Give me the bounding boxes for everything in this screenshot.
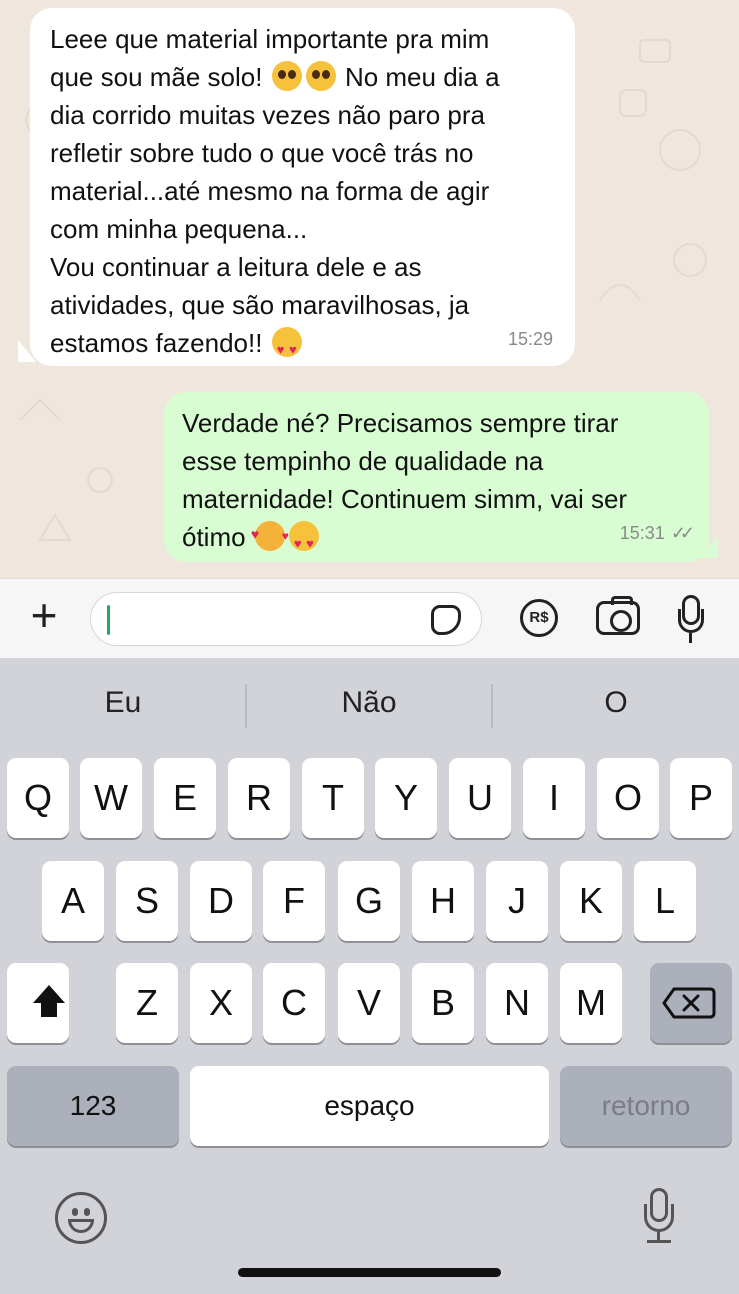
- message-time: 15:31: [619, 523, 665, 543]
- key-e[interactable]: E: [154, 758, 216, 838]
- key-w[interactable]: W: [80, 758, 142, 838]
- microphone-icon[interactable]: [678, 595, 704, 645]
- shift-arrow-stem: [41, 1003, 57, 1017]
- space-key[interactable]: espaço: [190, 1066, 549, 1146]
- message-input-bar: + R$: [0, 578, 739, 658]
- chat-area: Leee que material importante pra mim que…: [0, 0, 739, 578]
- outgoing-message-text: Verdade né? Precisamos sempre tirar esse…: [182, 408, 628, 552]
- shift-arrow-icon: [33, 985, 65, 1003]
- suggestion-3[interactable]: O: [493, 686, 739, 720]
- double-check-icon: ✓✓: [670, 523, 695, 543]
- key-b[interactable]: B: [412, 963, 474, 1043]
- sticker-icon[interactable]: [431, 605, 461, 635]
- attach-plus-button[interactable]: +: [22, 592, 66, 639]
- shift-key[interactable]: [7, 963, 69, 1043]
- key-s[interactable]: S: [116, 861, 178, 941]
- suggestion-bar: Eu Não O: [0, 658, 739, 752]
- payment-button[interactable]: R$: [520, 599, 558, 637]
- camera-icon[interactable]: [596, 596, 640, 635]
- key-z[interactable]: Z: [116, 963, 178, 1043]
- key-y[interactable]: Y: [375, 758, 437, 838]
- key-o[interactable]: O: [597, 758, 659, 838]
- key-q[interactable]: Q: [7, 758, 69, 838]
- backspace-key[interactable]: [650, 963, 732, 1043]
- key-c[interactable]: C: [263, 963, 325, 1043]
- return-key[interactable]: retorno: [560, 1066, 732, 1146]
- key-x[interactable]: X: [190, 963, 252, 1043]
- key-i[interactable]: I: [523, 758, 585, 838]
- text-cursor: [107, 605, 110, 635]
- key-p[interactable]: P: [670, 758, 732, 838]
- backspace-icon: [662, 987, 716, 1019]
- key-k[interactable]: K: [560, 861, 622, 941]
- key-u[interactable]: U: [449, 758, 511, 838]
- message-input[interactable]: [90, 592, 482, 646]
- bubble-tail: [18, 340, 36, 362]
- key-v[interactable]: V: [338, 963, 400, 1043]
- home-indicator[interactable]: [238, 1268, 501, 1277]
- message-time: 15:29: [507, 329, 553, 349]
- incoming-message[interactable]: Leee que material importante pra mim que…: [30, 8, 575, 369]
- keyboard: Eu Não O Q W E R T Y U I O P A S D F G H…: [0, 658, 739, 1294]
- pleading-face-emoji-icon: [305, 61, 336, 91]
- smiling-face-with-hearts-emoji-icon: [251, 515, 289, 555]
- incoming-message-text-cont: No meu dia a dia corrido muitas vezes nã…: [50, 62, 500, 358]
- numbers-key[interactable]: 123: [7, 1066, 179, 1146]
- dictation-mic-icon[interactable]: [642, 1188, 676, 1244]
- key-d[interactable]: D: [190, 861, 252, 941]
- key-a[interactable]: A: [42, 861, 104, 941]
- pleading-face-emoji-icon: [271, 61, 302, 91]
- suggestion-2[interactable]: Não: [246, 686, 492, 720]
- heart-eyes-emoji-icon: [271, 327, 302, 369]
- key-r[interactable]: R: [228, 758, 290, 838]
- key-g[interactable]: G: [338, 861, 400, 941]
- heart-eyes-emoji-icon: [288, 521, 319, 563]
- key-h[interactable]: H: [412, 861, 474, 941]
- key-j[interactable]: J: [486, 861, 548, 941]
- key-t[interactable]: T: [302, 758, 364, 838]
- key-n[interactable]: N: [486, 963, 548, 1043]
- key-l[interactable]: L: [634, 861, 696, 941]
- bubble-tail: [700, 536, 718, 558]
- message-meta: 15:31 ✓✓: [619, 514, 695, 552]
- emoji-keyboard-icon[interactable]: [55, 1192, 107, 1244]
- key-m[interactable]: M: [560, 963, 622, 1043]
- outgoing-message[interactable]: Verdade né? Precisamos sempre tirar esse…: [164, 392, 709, 563]
- key-f[interactable]: F: [263, 861, 325, 941]
- suggestion-1[interactable]: Eu: [0, 686, 246, 720]
